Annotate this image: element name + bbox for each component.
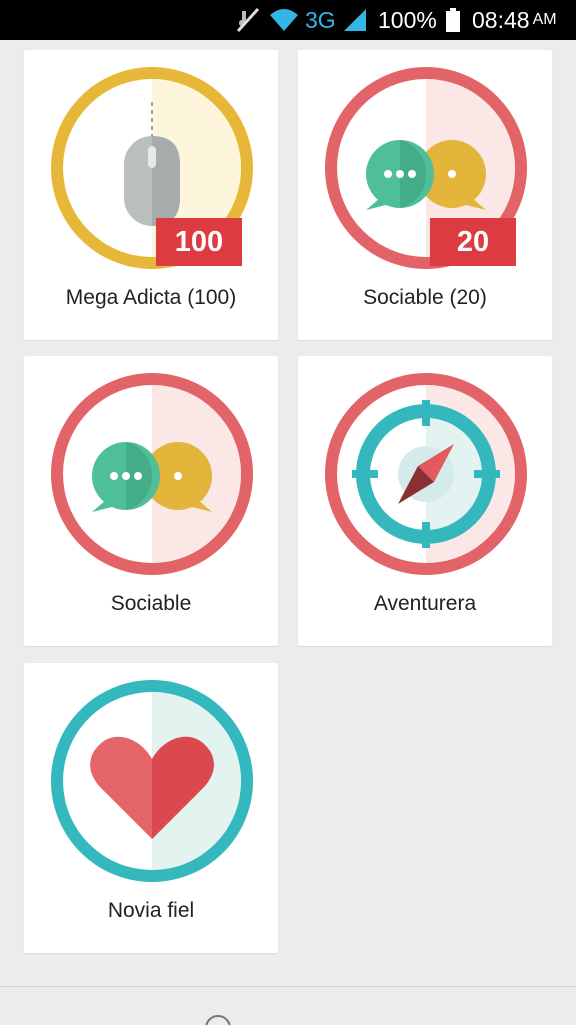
badge-art <box>48 370 256 578</box>
clock-ampm: AM <box>532 11 557 28</box>
bottom-bar <box>0 986 576 1025</box>
network-type: 3G <box>305 6 336 33</box>
badge-label: Sociable (20) <box>363 286 487 309</box>
badge-label: Sociable <box>110 592 192 615</box>
badge-count: 100 <box>156 218 242 266</box>
status-bar: 3G 100% 08:48 AM <box>0 0 576 40</box>
badge-label: Mega Adicta (100) <box>65 286 237 309</box>
badge-card[interactable]: 100 Mega Adicta (100) <box>24 50 278 340</box>
badge-art <box>322 370 530 578</box>
badge-card[interactable]: Sociable <box>24 356 278 646</box>
badge-label: Aventurera <box>373 592 477 615</box>
badge-art <box>48 677 256 885</box>
clock: 08:48 AM <box>472 0 557 40</box>
badge-label: Novia fiel <box>107 899 195 922</box>
badge-count: 20 <box>430 218 516 266</box>
badge-card[interactable]: Aventurera <box>298 356 552 646</box>
mute-icon <box>236 0 260 40</box>
battery-percent: 100% <box>378 6 437 33</box>
badge-card[interactable]: 20 Sociable (20) <box>298 50 552 340</box>
badge-card[interactable]: Novia fiel <box>24 663 278 953</box>
signal-icon <box>342 0 368 40</box>
battery-icon <box>445 0 461 40</box>
wifi-icon <box>268 0 300 40</box>
clock-time: 08:48 <box>472 6 530 33</box>
